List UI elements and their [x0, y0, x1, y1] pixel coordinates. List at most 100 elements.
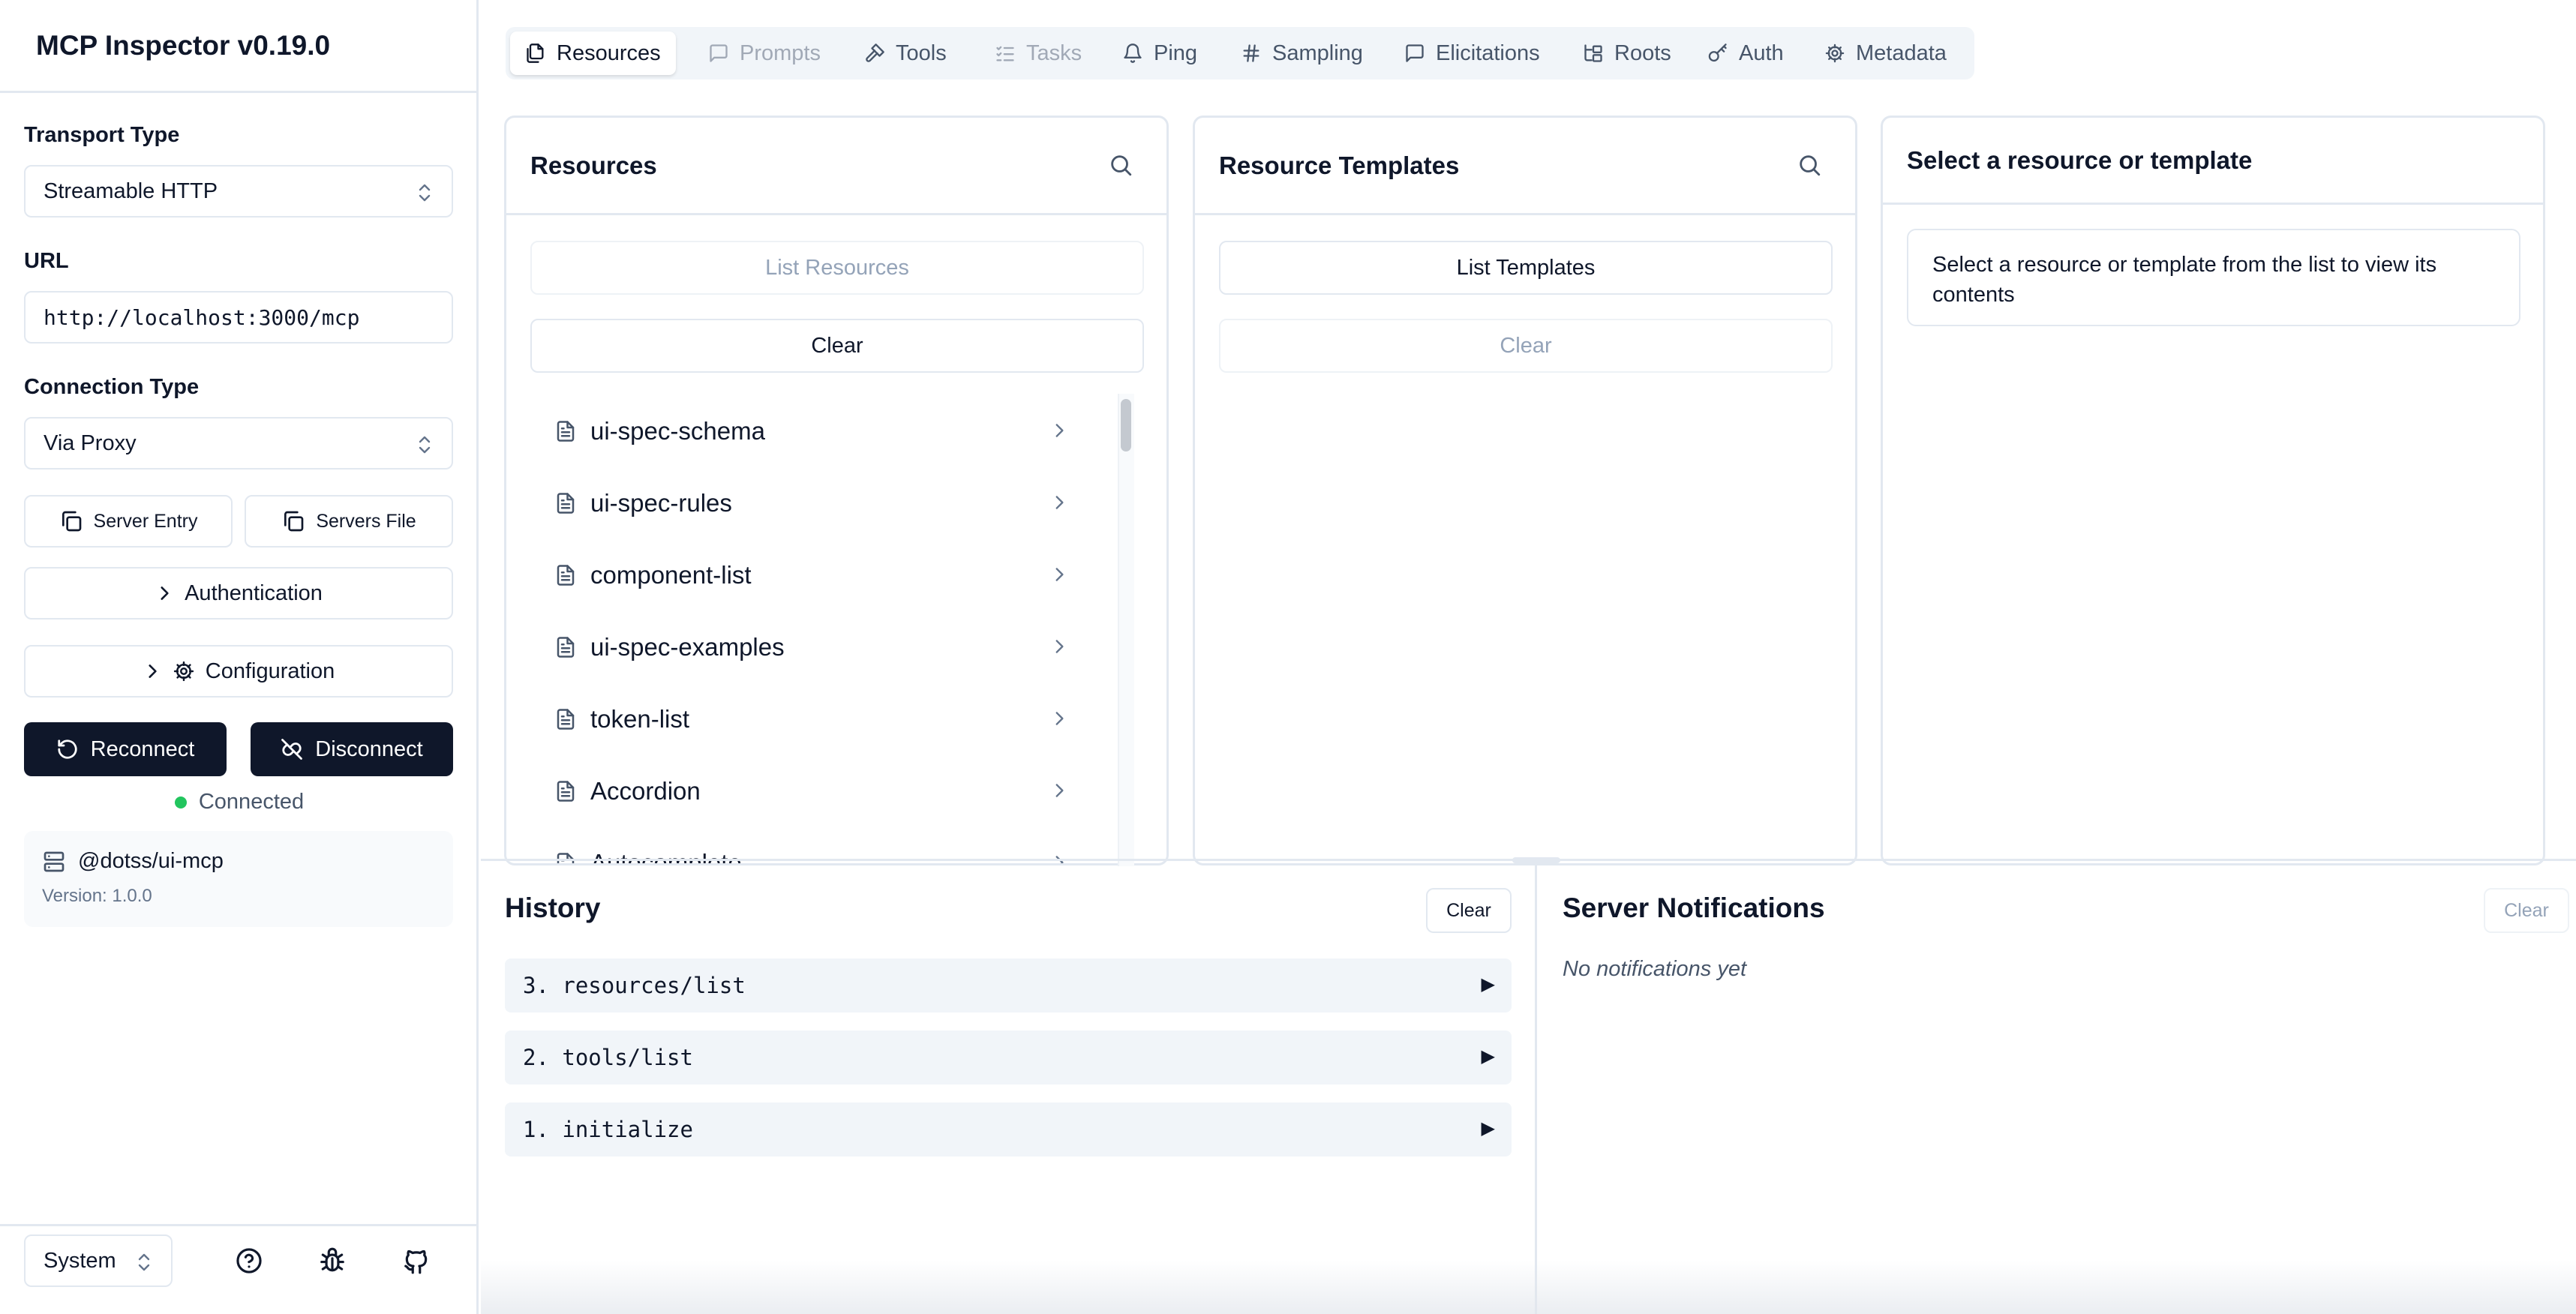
resource-list-scrollbar[interactable] [1118, 394, 1134, 866]
tab-tools[interactable]: Tools [849, 32, 962, 75]
search-icon[interactable] [1108, 152, 1133, 178]
transport-type-select[interactable]: Streamable HTTP [24, 165, 453, 218]
tab-resources[interactable]: Resources [510, 32, 676, 75]
resources-panel: Resources List Resources Clear ui-spec-s… [504, 116, 1169, 866]
chevron-right-icon [1049, 781, 1069, 800]
server-icon [42, 850, 66, 874]
message-icon [708, 43, 729, 64]
servers-file-label: Servers File [316, 510, 416, 532]
history-section: History Clear 3. resources/list ▶ 2. too… [481, 861, 1535, 1314]
message-icon [1404, 43, 1425, 64]
theme-value: System [44, 1248, 116, 1273]
transport-type-label: Transport Type [24, 123, 180, 147]
resource-list-item[interactable]: token-list [530, 683, 1100, 755]
tab-tools-label: Tools [896, 40, 947, 65]
sidebar: MCP Inspector v0.19.0 Transport Type Str… [0, 0, 479, 1314]
files-icon [525, 43, 546, 64]
configuration-toggle[interactable]: Configuration [24, 645, 453, 698]
connection-type-select[interactable]: Via Proxy [24, 417, 453, 470]
gear-icon [1824, 43, 1845, 64]
chevron-right-icon [155, 584, 174, 603]
tab-auth[interactable]: Auth [1692, 32, 1799, 75]
history-item[interactable]: 3. resources/list ▶ [505, 958, 1512, 1012]
resource-name: ui-spec-rules [590, 489, 732, 517]
resource-name: token-list [590, 705, 690, 733]
history-title: History [505, 892, 601, 923]
tab-tasks[interactable]: Tasks [980, 32, 1097, 75]
bell-icon [1122, 43, 1143, 64]
tab-elicitations[interactable]: Elicitations [1389, 32, 1555, 75]
resource-list-item[interactable]: component-list [530, 539, 1100, 611]
resource-list-item[interactable]: ui-spec-schema [530, 395, 1100, 467]
tab-sampling[interactable]: Sampling [1226, 32, 1378, 75]
history-item-label: 2. tools/list [523, 1045, 693, 1070]
templates-panel-title: Resource Templates [1219, 151, 1460, 179]
clear-notifications-button[interactable]: Clear [2484, 888, 2569, 933]
tab-resources-label: Resources [557, 40, 661, 65]
resource-detail-panel: Select a resource or template Select a r… [1881, 116, 2545, 866]
server-info-card: @dotss/ui-mcp Version: 1.0.0 [24, 831, 453, 927]
help-icon[interactable] [235, 1246, 263, 1275]
tab-metadata-label: Metadata [1856, 40, 1947, 65]
disconnect-button[interactable]: Disconnect [251, 722, 453, 776]
file-text-icon [554, 708, 577, 730]
hammer-icon [864, 43, 885, 64]
list-templates-button[interactable]: List Templates [1219, 241, 1833, 295]
tab-prompts[interactable]: Prompts [693, 32, 836, 75]
resource-name: component-list [590, 561, 752, 589]
status-dot-icon [174, 796, 187, 808]
notifications-title: Server Notifications [1563, 892, 1825, 923]
connection-type-label: Connection Type [24, 375, 200, 399]
resource-list-scroll-thumb[interactable] [1121, 399, 1131, 452]
clear-resources-button[interactable]: Clear [530, 319, 1144, 373]
expand-arrow-icon: ▶ [1481, 974, 1495, 994]
detail-panel-header: Select a resource or template [1883, 118, 2543, 205]
clear-templates-button[interactable]: Clear [1219, 319, 1833, 373]
resource-list-item[interactable]: Accordion [530, 755, 1100, 827]
tab-bar: Resources Prompts Tools Tasks Ping Sampl… [506, 27, 1974, 80]
url-input[interactable]: http://localhost:3000/mcp [24, 291, 453, 344]
search-icon[interactable] [1797, 152, 1822, 178]
history-item-label: 1. initialize [523, 1117, 693, 1142]
expand-arrow-icon: ▶ [1481, 1046, 1495, 1066]
reconnect-label: Reconnect [90, 736, 195, 761]
file-text-icon [554, 564, 577, 586]
github-icon[interactable] [402, 1246, 431, 1275]
tab-roots[interactable]: Roots [1568, 32, 1686, 75]
chevrons-updown-icon [417, 183, 432, 202]
disconnect-label: Disconnect [315, 736, 423, 761]
copy-server-entry-button[interactable]: Server Entry [24, 495, 233, 548]
key-icon [1707, 43, 1728, 64]
tab-tasks-label: Tasks [1026, 40, 1082, 65]
authentication-label: Authentication [185, 580, 323, 605]
server-version: Version: 1.0.0 [42, 886, 152, 906]
resource-name: ui-spec-examples [590, 633, 785, 661]
tab-ping[interactable]: Ping [1107, 32, 1212, 75]
rotate-ccw-icon [56, 738, 79, 760]
authentication-toggle[interactable]: Authentication [24, 567, 453, 620]
resource-list-item[interactable]: ui-spec-examples [530, 611, 1100, 683]
chevrons-updown-icon [417, 435, 432, 454]
unplug-icon [281, 738, 303, 760]
chevron-right-icon [143, 662, 162, 681]
resources-panel-title: Resources [530, 151, 657, 179]
list-resources-button[interactable]: List Resources [530, 241, 1144, 295]
chevron-right-icon [1049, 709, 1069, 728]
chevrons-updown-icon [137, 1252, 152, 1272]
copy-servers-file-button[interactable]: Servers File [245, 495, 453, 548]
url-label: URL [24, 249, 69, 273]
tab-auth-label: Auth [1739, 40, 1784, 65]
list-checks-icon [995, 43, 1016, 64]
resource-list-item[interactable]: ui-spec-rules [530, 467, 1100, 539]
copy-icon [59, 509, 83, 533]
clear-history-button[interactable]: Clear [1426, 888, 1512, 933]
history-item[interactable]: 2. tools/list ▶ [505, 1030, 1512, 1084]
history-item[interactable]: 1. initialize ▶ [505, 1102, 1512, 1156]
reconnect-button[interactable]: Reconnect [24, 722, 227, 776]
theme-select[interactable]: System [24, 1234, 173, 1287]
connection-type-value: Via Proxy [44, 430, 137, 455]
tab-sampling-label: Sampling [1272, 40, 1363, 65]
tab-metadata[interactable]: Metadata [1809, 32, 1962, 75]
bug-icon[interactable] [318, 1246, 347, 1275]
configuration-label: Configuration [205, 658, 335, 683]
